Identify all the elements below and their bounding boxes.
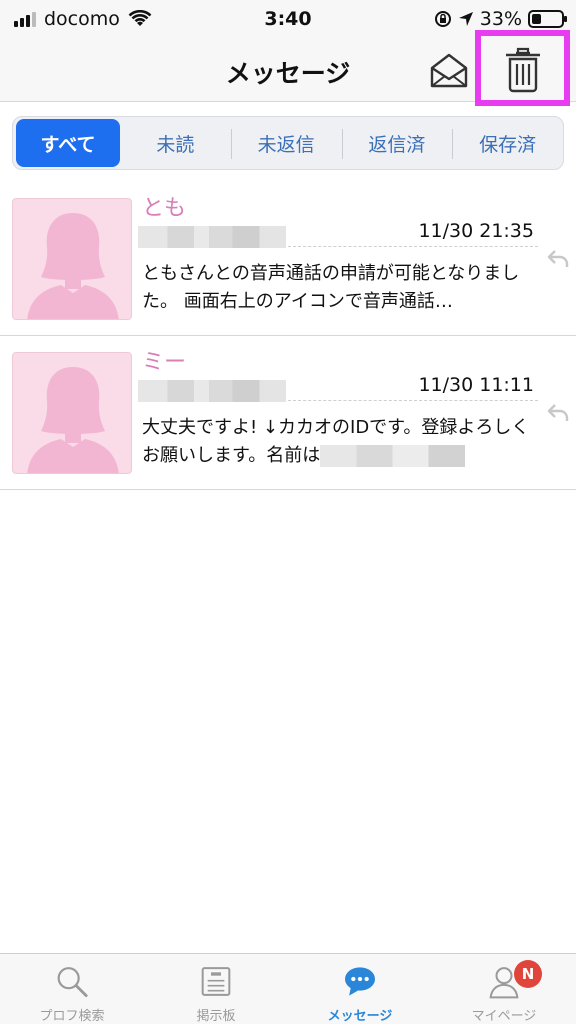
tabbar-item-board[interactable]: 掲示板: [144, 954, 288, 1024]
tabbar-item-mypage[interactable]: マイページ N: [432, 954, 576, 1024]
message-item[interactable]: とも 11/30 21:35 ともさんとの音声通話の申請が可能となりました。 画…: [0, 182, 576, 336]
board-icon: [201, 967, 231, 996]
message-item[interactable]: ミー 11/30 11:11 大丈夫ですよ! ↓カカオのIDです。登録よろしくお…: [0, 336, 576, 490]
avatar-silhouette-icon: [27, 367, 119, 473]
chat-bubble-icon: [345, 967, 375, 996]
tabbar-label: メッセージ: [327, 1009, 393, 1024]
notification-badge: N: [514, 960, 542, 988]
tab-saved[interactable]: 保存済: [452, 117, 563, 169]
envelope-open-icon: [430, 53, 468, 88]
status-right: 33%: [434, 8, 567, 30]
battery-fill: [532, 14, 542, 24]
message-date: 11/30 21:35: [418, 220, 534, 242]
tab-unread[interactable]: 未読: [120, 117, 231, 169]
mark-read-button[interactable]: [426, 48, 472, 94]
reply-icon: [547, 404, 569, 421]
battery-percent: 33%: [479, 8, 522, 30]
tabbar-label: マイページ: [471, 1009, 537, 1024]
reply-icon: [547, 250, 569, 267]
bottom-tab-bar: プロフ検索 掲示板 メッセージ マイページ N: [0, 953, 576, 1024]
message-date: 11/30 11:11: [418, 374, 534, 396]
message-preview: ともさんとの音声通話の申請が可能となりました。 画面右上のアイコンで音声通話…: [142, 263, 520, 312]
tabbar-item-profile-search[interactable]: プロフ検索: [0, 954, 144, 1024]
tabbar-item-messages[interactable]: メッセージ: [288, 954, 432, 1024]
divider: [288, 246, 538, 247]
delete-button[interactable]: [497, 44, 549, 96]
message-preview: 大丈夫ですよ! ↓カカオのIDです。登録よろしくお願いします。名前は: [142, 414, 538, 470]
redacted-name: [320, 445, 466, 467]
trash-icon: [506, 47, 540, 93]
tab-unreplied[interactable]: 未返信: [230, 117, 342, 169]
tab-replied[interactable]: 返信済: [341, 117, 453, 169]
battery-icon: [528, 10, 567, 28]
tabbar-label: プロフ検索: [39, 1009, 105, 1024]
search-icon: [57, 967, 88, 998]
avatar: [12, 352, 132, 474]
tabbar-label: 掲示板: [196, 1009, 236, 1024]
avatar: [12, 198, 132, 320]
avatar-silhouette-icon: [27, 213, 119, 319]
filter-tabs: すべて 未読 未返信 返信済 保存済: [12, 116, 564, 170]
divider: [288, 400, 538, 401]
sender-name: とも: [142, 196, 187, 221]
location-arrow-icon: [458, 12, 473, 26]
redacted-info: [138, 226, 286, 248]
redacted-info: [138, 380, 286, 402]
sender-name: ミー: [142, 350, 187, 375]
orientation-lock-icon: [434, 11, 451, 27]
tab-all[interactable]: すべて: [16, 119, 120, 167]
